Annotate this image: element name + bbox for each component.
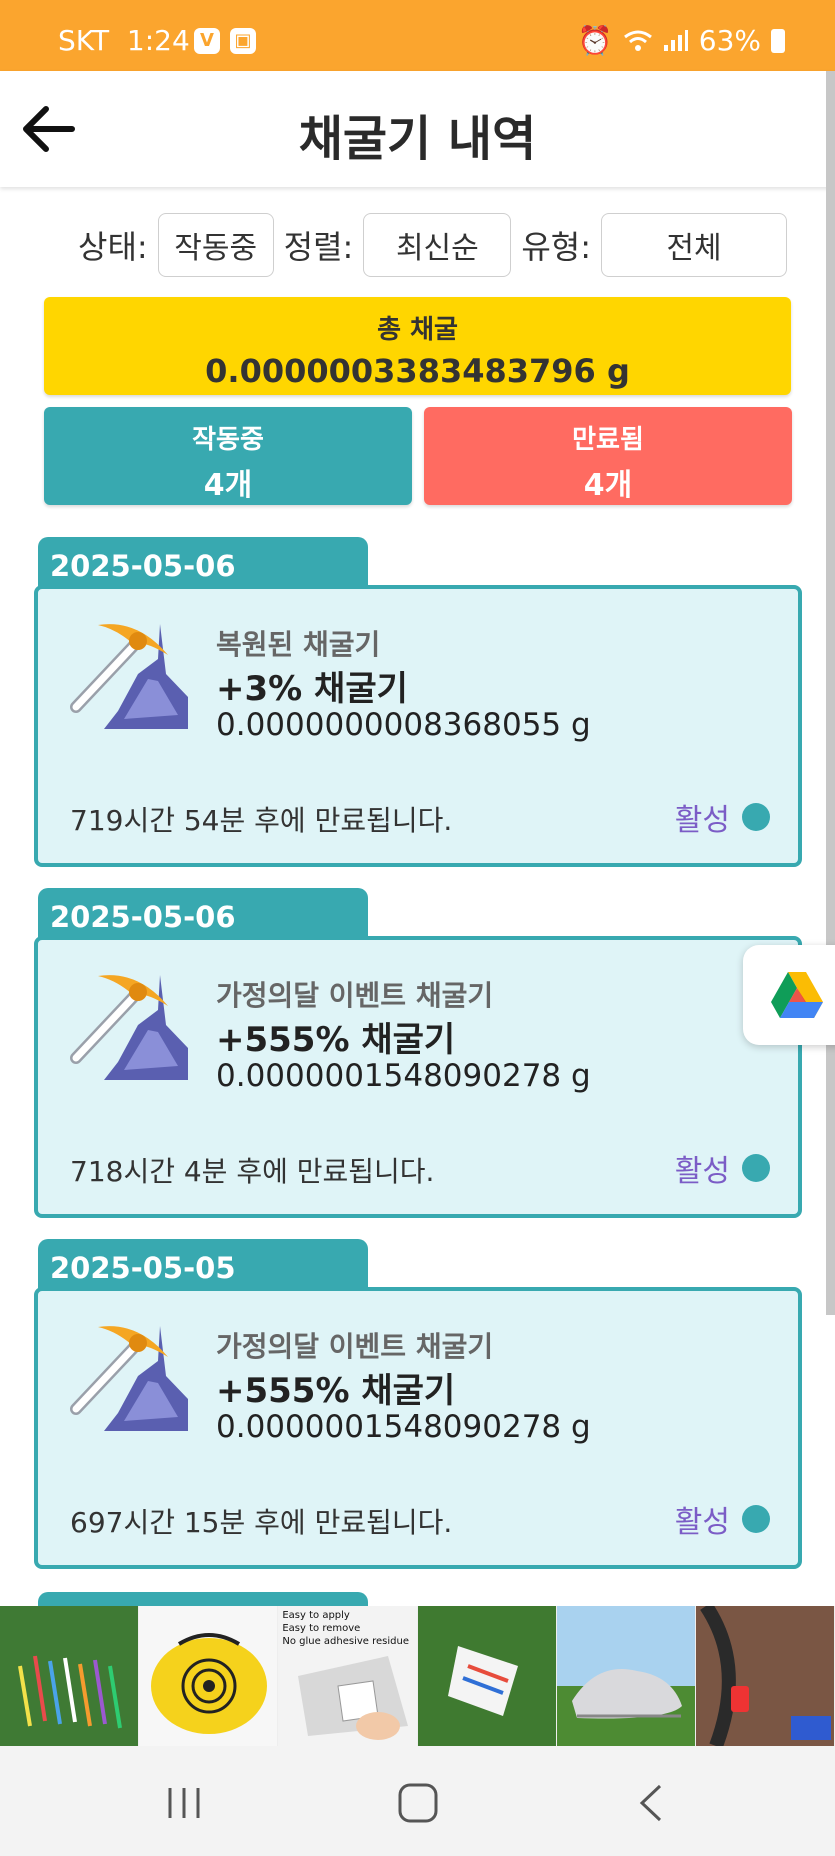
total-mining-label: 총 채굴 <box>377 315 458 345</box>
car-seat-image <box>695 1606 835 1746</box>
ball-marker-image <box>417 1606 556 1746</box>
card-amount: 0.0000001548090278 g <box>216 1058 591 1094</box>
card-status-label: 활성 <box>674 1154 730 1189</box>
type-filter-label: 유형: <box>521 228 592 266</box>
card-name: +555% 채굴기 <box>216 1371 456 1411</box>
status-filter-label: 상태: <box>78 228 148 266</box>
home-button[interactable] <box>388 1778 448 1828</box>
golf-shoes-image <box>556 1606 695 1746</box>
card-name: +555% 채굴기 <box>216 1020 456 1060</box>
app-header: 채굴기 내역 <box>0 71 835 187</box>
pickaxe-icon <box>70 624 188 729</box>
card-status: 활성 <box>675 1146 770 1190</box>
card-body: 복원된 채굴기 +3% 채굴기 0.0000000008368055 g 719… <box>34 585 802 867</box>
ad-image-club-sticker[interactable]: Easy to apply Easy to remove No glue adh… <box>278 1606 417 1746</box>
status-right: ⏰ 63% <box>578 24 785 57</box>
ad-image-golf-shoes[interactable] <box>556 1606 695 1746</box>
gallery-icon: ▣ <box>230 28 256 54</box>
expired-count-box[interactable]: 만료됨 4개 <box>424 407 792 505</box>
chevron-left-icon <box>639 1784 662 1822</box>
status-dot-icon <box>742 1154 770 1182</box>
pickaxe-icon <box>70 975 188 1080</box>
nav-back-button[interactable] <box>622 1778 682 1828</box>
ad-image-car-seat[interactable] <box>695 1606 835 1746</box>
google-drive-icon <box>771 972 823 1018</box>
scrollbar[interactable] <box>826 71 835 1315</box>
card-body: 가정의달 이벤트 채굴기 +555% 채굴기 0.000000154809027… <box>34 936 802 1218</box>
card-status-label: 활성 <box>674 1505 730 1540</box>
alarm-icon: ⏰ <box>577 24 613 57</box>
card-date: 2025-05-05 14:40:10 <box>38 1239 368 1319</box>
card-expire: 697시간 15분 후에 만료됩니다. <box>70 1506 453 1539</box>
active-label: 작동중 <box>192 425 264 455</box>
ad-image-golf-tees[interactable] <box>0 1606 139 1746</box>
page-title: 채굴기 내역 <box>298 111 537 167</box>
sort-filter-select[interactable]: 최신순 <box>363 213 512 277</box>
card-date: 2025-05-06 11:29:05 <box>38 888 368 968</box>
sort-filter-label: 정렬: <box>283 228 354 266</box>
card-status: 활성 <box>675 1497 770 1541</box>
total-mining-box: 총 채굴 0.0000003383483796 g <box>44 297 791 395</box>
home-icon <box>398 1783 438 1823</box>
status-dot-icon <box>742 1505 770 1533</box>
expired-count: 4개 <box>583 468 633 503</box>
filter-row: 상태: 작동중 정렬: 최신순 유형: 전체 <box>78 213 797 277</box>
ad-image-impact-bag[interactable] <box>139 1606 278 1746</box>
active-count-box[interactable]: 작동중 4개 <box>44 407 412 505</box>
google-drive-button[interactable] <box>743 945 835 1045</box>
card-source: 가정의달 이벤트 채굴기 <box>216 979 494 1012</box>
card-status: 활성 <box>675 795 770 839</box>
card-body: 가정의달 이벤트 채굴기 +555% 채굴기 0.000000154809027… <box>34 1287 802 1569</box>
card-amount: 0.0000001548090278 g <box>216 1409 591 1445</box>
signal-icon <box>663 29 688 51</box>
total-mining-value: 0.0000003383483796 g <box>205 352 630 390</box>
golf-tees-image <box>0 1606 139 1746</box>
card-expire: 718시간 4분 후에 만료됩니다. <box>70 1155 435 1188</box>
card-status-label: 활성 <box>674 803 730 838</box>
status-time: SKT 1:24 <box>58 24 190 57</box>
card-source: 복원된 채굴기 <box>216 628 381 661</box>
recent-apps-icon <box>168 1788 200 1818</box>
card-date: 2025-05-06 13:19:01 <box>38 537 368 617</box>
status-filter-select[interactable]: 작동중 <box>157 213 274 277</box>
golf-club-image <box>298 1656 409 1740</box>
recent-apps-button[interactable] <box>154 1778 214 1828</box>
pickaxe-icon <box>70 1326 188 1431</box>
impact-bag-image <box>151 1633 268 1734</box>
card-amount: 0.0000000008368055 g <box>216 707 591 743</box>
card-expire: 719시간 54분 후에 만료됩니다. <box>70 804 453 837</box>
status-bar: SKT 1:24 V ▣ ⏰ 63% <box>0 0 835 71</box>
active-count: 4개 <box>203 468 253 503</box>
battery-percent: 63% <box>698 24 761 57</box>
type-filter-select[interactable]: 전체 <box>601 213 788 277</box>
card-source: 가정의달 이벤트 채굴기 <box>216 1330 494 1363</box>
card-name: +3% 채굴기 <box>216 669 408 709</box>
battery-icon <box>771 28 785 53</box>
ad-image-ball-marker[interactable] <box>417 1606 556 1746</box>
wifi-icon <box>623 30 652 51</box>
expired-label: 만료됨 <box>572 425 644 455</box>
v-badge-icon: V <box>194 28 220 54</box>
ad-banner[interactable]: Easy to apply Easy to remove No glue adh… <box>0 1606 835 1746</box>
system-nav-bar <box>0 1746 835 1856</box>
status-dot-icon <box>742 803 770 831</box>
